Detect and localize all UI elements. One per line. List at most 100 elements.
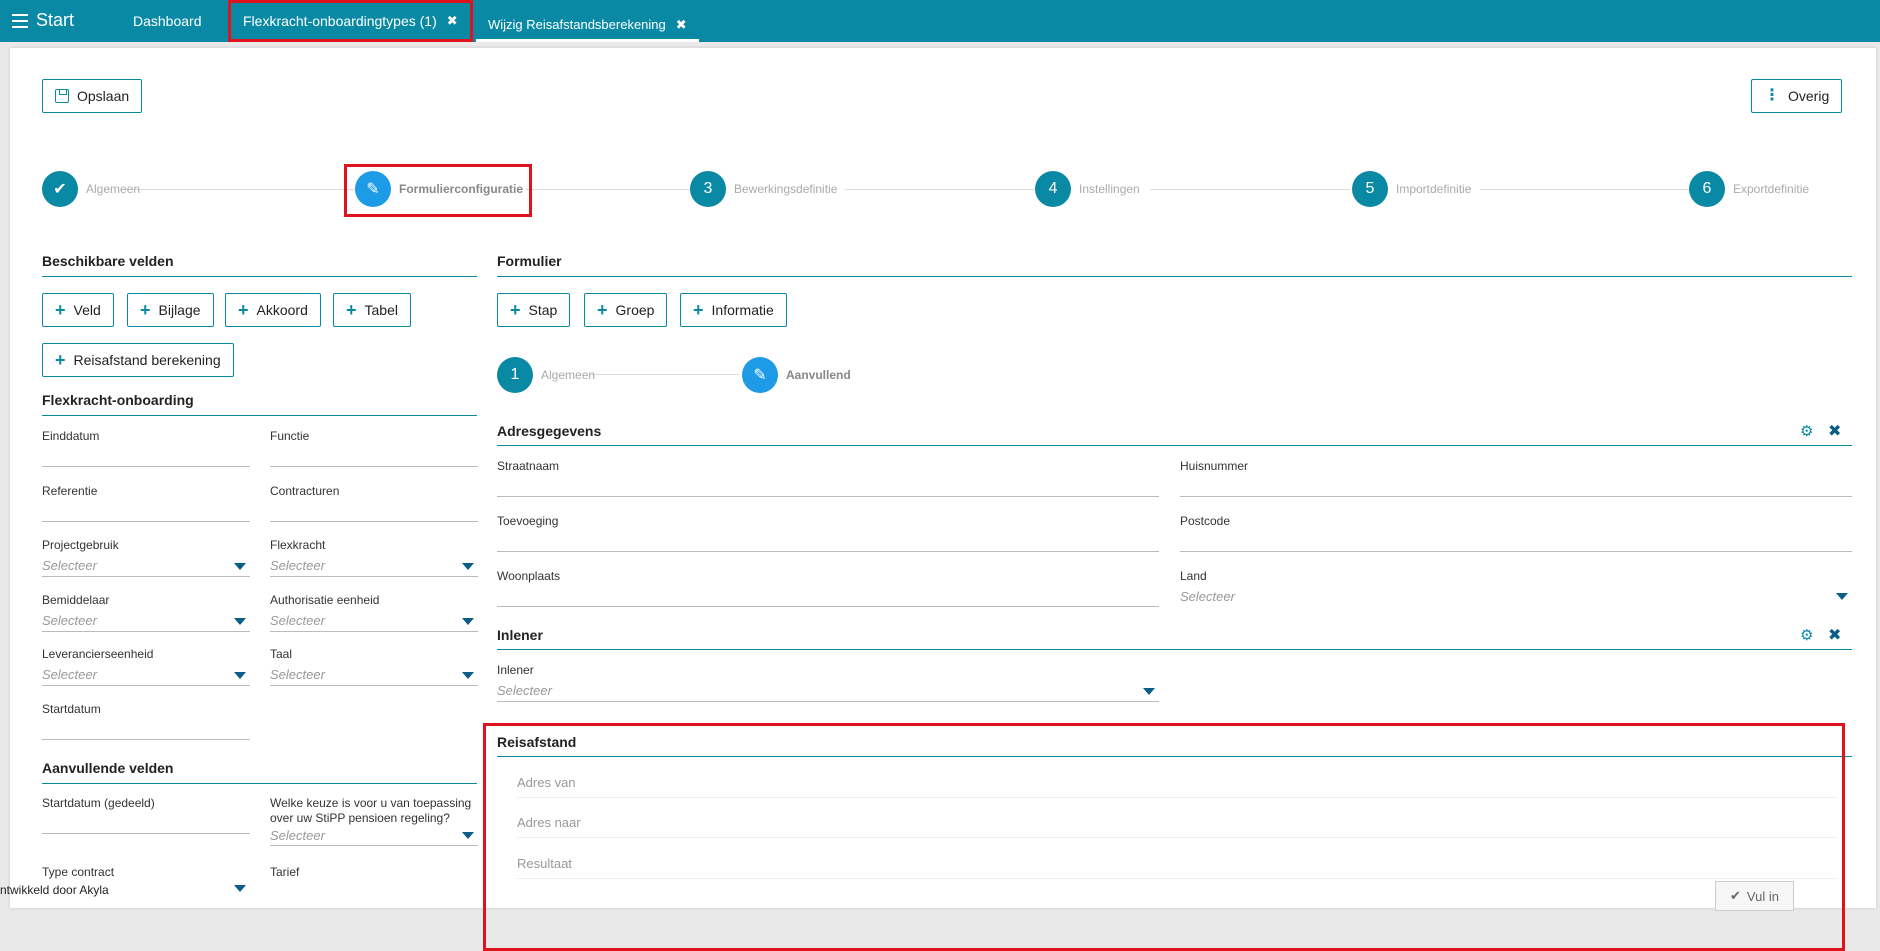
step-label: Aanvullend <box>786 368 851 382</box>
chevron-down-icon <box>234 563 246 570</box>
contracturen-field[interactable]: Contracturen <box>270 484 478 522</box>
save-button[interactable]: Opslaan <box>42 79 143 113</box>
field-label: Huisnummer <box>1180 459 1249 473</box>
leverancierseenheid-select[interactable]: Leverancierseenheid Selecteer <box>42 647 250 686</box>
add-bijlage-button[interactable]: + Bijlage <box>127 293 214 327</box>
authorisatie-eenheid-select[interactable]: Authorisatie eenheid Selecteer <box>270 593 478 632</box>
add-stap-button[interactable]: + Stap <box>497 293 571 327</box>
more-button-label: Overig <box>1788 88 1830 104</box>
section-underline <box>497 445 1852 446</box>
straatnaam-field[interactable]: Straatnaam <box>497 459 1159 497</box>
select-placeholder: Selecteer <box>42 613 97 628</box>
step-bewerkingsdefinitie[interactable]: 3 Bewerkingsdefinitie <box>690 171 837 207</box>
button-label: Veld <box>73 302 101 318</box>
hamburger-icon <box>12 13 28 28</box>
stepper-connector <box>525 189 695 190</box>
stipp-pensioen-select[interactable]: Welke keuze is voor u van toepassing ove… <box>270 796 478 846</box>
close-icon[interactable]: ✖ <box>1828 421 1841 441</box>
field-label: Type contract <box>42 865 115 879</box>
stepper-connector <box>1150 189 1350 190</box>
field-label: Functie <box>270 429 310 443</box>
more-vertical-icon: ⋮ <box>1764 87 1780 104</box>
projectgebruik-select[interactable]: Projectgebruik Selecteer <box>42 538 250 577</box>
add-informatie-button[interactable]: + Informatie <box>680 293 787 327</box>
chevron-down-icon <box>1143 688 1155 695</box>
field-label: Land <box>1180 569 1207 583</box>
start-label: Start <box>36 10 75 30</box>
highlight-box <box>344 164 532 217</box>
button-label: Stap <box>528 302 558 318</box>
section-underline <box>42 783 477 784</box>
step-exportdefinitie[interactable]: 6 Exportdefinitie <box>1689 171 1809 207</box>
extra-fields-title: Aanvullende velden <box>42 760 174 776</box>
tab-wijzig-label: Wijzig Reisafstandsberekening <box>488 17 666 32</box>
bemiddelaar-select[interactable]: Bemiddelaar Selecteer <box>42 593 250 632</box>
step-label: Algemeen <box>541 368 596 382</box>
startdatum-gedeeld-field[interactable]: Startdatum (gedeeld) <box>42 796 250 834</box>
step-label: Instellingen <box>1079 182 1140 196</box>
land-select[interactable]: Land Selecteer <box>1180 569 1852 607</box>
toevoeging-field[interactable]: Toevoeging <box>497 514 1159 552</box>
close-icon[interactable]: ✖ <box>447 13 458 29</box>
add-groep-button[interactable]: + Groep <box>584 293 668 327</box>
step-label: Algemeen <box>86 182 141 196</box>
stepper-connector <box>845 189 1035 190</box>
plus-icon: + <box>238 300 249 320</box>
add-akkoord-button[interactable]: + Akkoord <box>225 293 321 327</box>
add-reisafstand-button[interactable]: + Reisafstand berekening <box>42 343 234 377</box>
step-label: Bewerkingsdefinitie <box>734 182 838 196</box>
select-placeholder: Selecteer <box>270 667 325 682</box>
chevron-down-icon <box>462 672 474 679</box>
referentie-field[interactable]: Referentie <box>42 484 250 522</box>
tab-flexkracht-onboardingtypes[interactable]: Flexkracht-onboardingtypes (1) ✖ <box>228 0 473 42</box>
more-button[interactable]: ⋮ Overig <box>1751 79 1843 113</box>
chevron-down-icon <box>234 885 246 892</box>
adresgegevens-title: Adresgegevens <box>497 423 602 439</box>
select-placeholder: Selecteer <box>42 558 97 573</box>
settings-gears-icon[interactable]: ⚙ <box>1800 422 1813 440</box>
field-label: Leverancierseenheid <box>42 647 154 661</box>
chevron-down-icon <box>1836 593 1848 600</box>
highlight-box <box>483 723 1845 951</box>
save-button-label: Opslaan <box>77 88 130 104</box>
form-title: Formulier <box>497 253 562 269</box>
plus-icon: + <box>55 350 66 370</box>
stepper-connector <box>125 189 355 190</box>
step-instellingen[interactable]: 4 Instellingen <box>1035 171 1140 207</box>
start-menu[interactable]: Start <box>12 10 74 31</box>
postcode-field[interactable]: Postcode <box>1180 514 1852 552</box>
onboarding-title: Flexkracht-onboarding <box>42 392 194 408</box>
einddatum-field[interactable]: Einddatum <box>42 429 250 467</box>
field-label: Bemiddelaar <box>42 593 110 607</box>
woonplaats-field[interactable]: Woonplaats <box>497 569 1159 607</box>
field-label: Straatnaam <box>497 459 560 473</box>
tab-dashboard[interactable]: Dashboard <box>133 0 202 42</box>
add-tabel-button[interactable]: + Tabel <box>333 293 411 327</box>
inlener-select[interactable]: Inlener Selecteer <box>497 663 1159 702</box>
section-underline <box>42 276 477 277</box>
button-label: Bijlage <box>158 302 201 318</box>
step-algemeen[interactable]: ✔ Algemeen <box>42 171 140 207</box>
huisnummer-field[interactable]: Huisnummer <box>1180 459 1852 497</box>
pencil-icon: ✎ <box>742 357 778 393</box>
step-importdefinitie[interactable]: 5 Importdefinitie <box>1352 171 1471 207</box>
step-label: Exportdefinitie <box>1733 182 1810 196</box>
footer-credit: ntwikkeld door Akyla <box>0 883 109 897</box>
startdatum-field[interactable]: Startdatum <box>42 702 250 740</box>
tab-wijzig-reisafstandsberekening[interactable]: Wijzig Reisafstandsberekening ✖ <box>476 10 699 42</box>
substep-algemeen[interactable]: 1 Algemeen <box>497 357 595 393</box>
tarief-field[interactable]: Tarief <box>270 865 478 895</box>
taal-select[interactable]: Taal Selecteer <box>270 647 478 686</box>
functie-field[interactable]: Functie <box>270 429 478 467</box>
close-icon[interactable]: ✖ <box>1828 625 1841 645</box>
add-veld-button[interactable]: + Veld <box>42 293 114 327</box>
available-fields-title: Beschikbare velden <box>42 253 174 269</box>
close-icon[interactable]: ✖ <box>676 17 687 33</box>
select-placeholder: Selecteer <box>1180 589 1235 604</box>
flexkracht-select[interactable]: Flexkracht Selecteer <box>270 538 478 577</box>
section-underline <box>42 415 477 416</box>
field-label: Einddatum <box>42 429 100 443</box>
settings-gears-icon[interactable]: ⚙ <box>1800 626 1813 644</box>
plus-icon: + <box>693 300 704 320</box>
substep-aanvullend[interactable]: ✎ Aanvullend <box>742 357 851 393</box>
